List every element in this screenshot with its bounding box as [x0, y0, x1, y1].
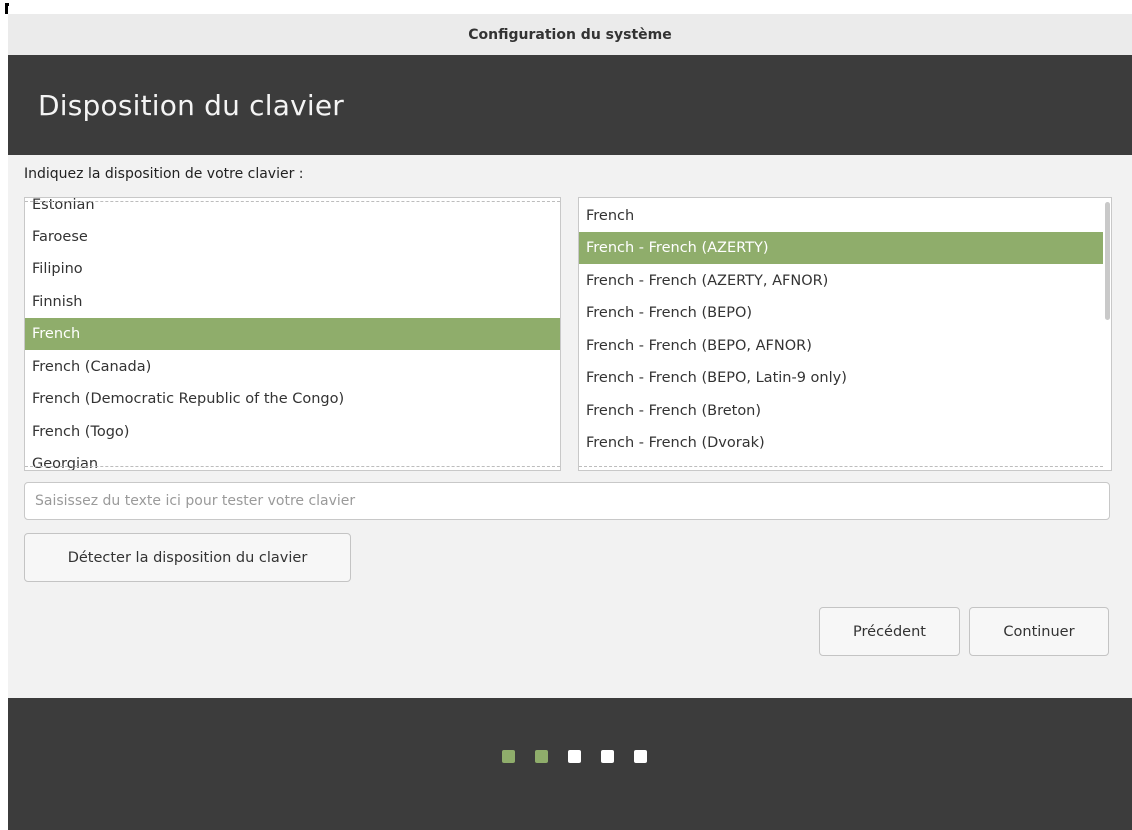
- keyboard-layout-list[interactable]: Estonian Faroese Filipino Finnish French…: [24, 197, 561, 471]
- progress-step-complete: [535, 750, 548, 763]
- layout-list-item[interactable]: Filipino: [25, 253, 560, 285]
- variant-list-item[interactable]: French - French (BEPO, Latin-9 only): [579, 362, 1103, 394]
- keyboard-variant-list[interactable]: French French - French (AZERTY) French -…: [578, 197, 1112, 471]
- variant-list-item[interactable]: French - French (AZERTY, AFNOR): [579, 265, 1103, 297]
- list-scroll-edge-top: [25, 201, 560, 202]
- layout-list-item-selected[interactable]: French: [25, 318, 560, 350]
- progress-step-pending: [634, 750, 647, 763]
- variant-list-scrollbar[interactable]: [1105, 202, 1110, 320]
- list-scroll-edge-bottom: [579, 466, 1103, 467]
- previous-button-label: Précédent: [853, 623, 926, 640]
- layout-list-item[interactable]: Georgian: [25, 448, 560, 470]
- layout-list-item[interactable]: French (Democratic Republic of the Congo…: [25, 383, 560, 415]
- variant-list-item[interactable]: French - French (Dvorak): [579, 427, 1103, 459]
- progress-footer: [8, 698, 1132, 830]
- page-title: Disposition du clavier: [38, 88, 344, 122]
- list-scroll-edge-bottom: [25, 466, 560, 467]
- page-header: Disposition du clavier: [8, 55, 1132, 155]
- continue-button[interactable]: Continuer: [969, 607, 1109, 656]
- detect-layout-button[interactable]: Détecter la disposition du clavier: [24, 533, 351, 582]
- progress-step-complete: [502, 750, 515, 763]
- keyboard-test-input[interactable]: [24, 482, 1110, 520]
- previous-button[interactable]: Précédent: [819, 607, 960, 656]
- layout-list-item[interactable]: French (Togo): [25, 416, 560, 448]
- variant-list-item[interactable]: French - French (BEPO): [579, 297, 1103, 329]
- layout-list-item[interactable]: Finnish: [25, 286, 560, 318]
- detect-layout-button-label: Détecter la disposition du clavier: [67, 549, 308, 566]
- variant-list-item[interactable]: French - French (BEPO, AFNOR): [579, 330, 1103, 362]
- variant-list-item[interactable]: French: [579, 200, 1103, 232]
- variant-list-item-selected[interactable]: French - French (AZERTY): [579, 232, 1103, 264]
- window-corner-mark: [0, 0, 9, 14]
- layout-list-item[interactable]: French (Canada): [25, 351, 560, 383]
- window-title: Configuration du système: [468, 26, 672, 43]
- layout-prompt-label: Indiquez la disposition de votre clavier…: [24, 166, 304, 182]
- continue-button-label: Continuer: [1003, 623, 1075, 640]
- window-titlebar: Configuration du système: [8, 14, 1132, 56]
- variant-list-item[interactable]: French - French (Breton): [579, 395, 1103, 427]
- layout-list-item[interactable]: Faroese: [25, 221, 560, 253]
- progress-step-pending: [568, 750, 581, 763]
- progress-step-pending: [601, 750, 614, 763]
